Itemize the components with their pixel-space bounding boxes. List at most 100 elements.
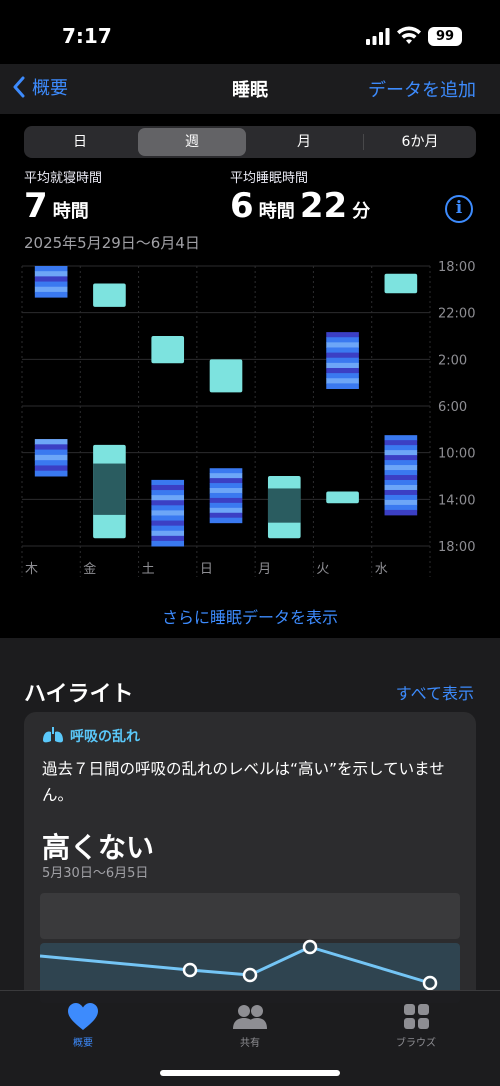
x-tick-label: 土 [142,562,155,577]
asleep-stage-segment [326,357,359,364]
asleep-stage-segment [209,492,243,499]
grid-icon [404,1004,429,1029]
asleep-stage-segment [326,352,359,359]
asleep-stage-segment [326,347,359,354]
add-data-button[interactable]: データを追加 [368,76,476,102]
asleep-stage-segment [34,276,68,283]
lungs-icon [43,727,63,743]
asleep-stage-segment [384,465,418,471]
asleep-stage-segment [34,465,68,472]
asleep-stage-segment [209,512,243,519]
asleep-stage-segment [209,488,243,494]
wifi-icon [397,26,421,44]
date-range: 2025年5月29日〜6月4日 [24,234,200,252]
y-tick-label: 2:00 [438,353,467,368]
avg-bedtime-hours: 7 [24,186,48,226]
asleep-stage-segment [209,497,243,504]
asleep-stage-segment [209,473,243,479]
tab-sharing[interactable]: 共有 [190,1002,310,1049]
asleep-stage-segment [384,499,418,506]
tab-browse[interactable]: ブラウズ [356,1002,476,1049]
asleep-stage-segment [34,460,68,466]
asleep-stage-segment [384,450,418,456]
asleep-stage-segment [326,337,359,343]
asleep-stage-segment [151,530,185,537]
avg-bedtime-label: 平均就寝時間 [24,171,103,186]
info-icon[interactable]: i [445,195,473,223]
y-tick-label: 6:00 [438,400,467,415]
asleep-stage-segment [34,266,68,272]
segment-week[interactable]: 週 [138,128,246,156]
asleep-stage-segment [384,475,418,481]
card-category: 呼吸の乱れ [70,729,140,745]
asleep-stage-segment [209,507,243,514]
asleep-stage-segment [151,540,185,547]
in-bed-bar [384,273,418,294]
asleep-stage-segment [209,502,243,509]
show-more-sleep-data-link[interactable]: さらに睡眠データを表示 [0,604,500,628]
in-bed-bar [151,336,185,364]
people-icon [233,1005,267,1029]
heart-icon [68,1003,98,1030]
in-bed-shade [93,463,126,515]
x-tick-label: 木 [25,562,38,577]
status-time: 7:17 [62,24,112,48]
tab-summary-label: 概要 [73,1038,93,1049]
asleep-stage-segment [34,291,68,298]
home-indicator [160,1070,340,1076]
avg-sleep-minutes-unit: 分 [352,201,371,222]
avg-sleep-hours: 6 [230,186,254,226]
asleep-stage-segment [209,483,243,489]
asleep-stage-segment [384,509,418,516]
asleep-stage-segment [384,455,418,461]
x-tick-label: 日 [200,562,213,577]
asleep-stage-segment [326,373,359,379]
asleep-stage-segment [384,494,418,501]
asleep-stage-segment [151,510,185,516]
avg-bedtime-value: 7 時間 [24,186,89,226]
asleep-stage-segment [34,286,68,293]
asleep-stage-segment [34,449,68,456]
card-description: 過去７日間の呼吸の乱れのレベルは“高い”を示していません。 [42,760,445,804]
in-bed-shade [267,488,301,523]
avg-sleep-value: 6 時間 22 分 [230,186,370,226]
y-tick-label: 10:00 [438,447,475,462]
avg-bedtime-hours-unit: 時間 [52,201,89,222]
avg-sleep-minutes: 22 [299,186,348,226]
asleep-stage-segment [384,460,418,466]
battery-indicator: 99 [428,27,462,46]
asleep-stage-segment [151,535,185,542]
asleep-stage-segment [209,517,243,524]
in-bed-bar [93,283,126,307]
x-tick-label: 月 [258,562,271,577]
y-tick-label: 18:00 [438,260,475,275]
asleep-stage-segment [34,271,68,277]
asleep-stage-segment [326,378,359,384]
segment-six-months[interactable]: 6か月 [366,128,474,156]
avg-sleep-hours-unit: 時間 [258,201,295,222]
asleep-stage-segment [384,480,418,486]
asleep-stage-segment [151,515,185,522]
tab-browse-label: ブラウズ [396,1038,436,1049]
tab-summary[interactable]: 概要 [23,1002,143,1049]
x-tick-label: 金 [83,561,96,577]
card-date-range: 5月30日〜6月5日 [42,866,149,881]
cellular-signal-icon [366,28,390,45]
in-bed-bar [209,359,243,393]
asleep-stage-segment [326,362,359,369]
asleep-stage-segment [34,454,68,461]
avg-sleep-label: 平均睡眠時間 [230,171,309,186]
mini-chart-upper-band [40,893,460,939]
segment-month[interactable]: 月 [250,128,358,156]
y-tick-label: 18:00 [438,540,475,555]
in-bed-bar [326,491,359,504]
asleep-stage-segment [34,281,68,288]
y-tick-label: 22:00 [438,307,475,322]
asleep-stage-segment [209,468,243,474]
asleep-stage-segment [209,478,243,484]
asleep-stage-segment [151,505,185,511]
segment-day[interactable]: 日 [26,128,134,156]
asleep-stage-segment [384,435,418,441]
asleep-stage-segment [384,445,418,451]
show-all-link[interactable]: すべて表示 [396,680,474,704]
